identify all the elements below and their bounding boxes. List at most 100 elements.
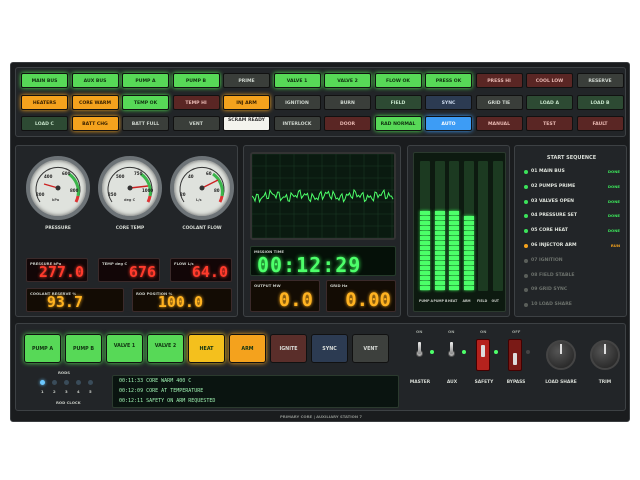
sequence-step: 07 IGNITION xyxy=(515,258,628,266)
annunciator-button[interactable]: GRID TIE xyxy=(475,94,523,110)
annunciator-button[interactable]: INJ ARM xyxy=(223,94,270,110)
oscilloscope-trace xyxy=(252,188,394,204)
control-button[interactable]: PUMP A xyxy=(24,334,61,363)
gauge-dial: 200 400 600 800 kPa xyxy=(26,156,90,220)
annunciator-button[interactable]: VENT xyxy=(172,116,220,131)
rotary-knob[interactable] xyxy=(590,340,620,370)
annunciator-button[interactable]: TEST xyxy=(526,116,573,131)
annunciator-button[interactable]: MAIN BUS xyxy=(21,73,68,88)
rod-clock-label: ROD CLOCK xyxy=(56,400,81,405)
annunciator-button[interactable]: FAULT xyxy=(576,116,624,131)
step-label: 01 MAIN BUS xyxy=(531,169,565,174)
step-status-led xyxy=(524,214,528,219)
pressure-readout: PRESSURE kPa 277.0 xyxy=(26,258,88,282)
step-status-led xyxy=(524,288,528,293)
gauge-label: CORE TEMP xyxy=(115,226,145,231)
bar-segment xyxy=(420,211,430,215)
rod-number: 5 xyxy=(89,389,92,394)
annunciator-button[interactable]: IGNITION xyxy=(273,94,321,110)
annunciator-button[interactable]: BATT CHG xyxy=(71,116,119,131)
log-time: 00:12:11 xyxy=(119,398,144,404)
bar-segment xyxy=(463,241,474,245)
control-console: MAIN BUS AUX BUS PUMP A PUMP B PRIME VALVE 1V… xyxy=(10,62,630,422)
annunciator-button[interactable]: VALVE 1 xyxy=(273,73,321,88)
annunciator-button[interactable]: CORE WARM xyxy=(71,94,119,110)
bar-segment xyxy=(449,281,459,285)
control-button[interactable]: SYNC xyxy=(311,334,348,363)
toggle-switch[interactable] xyxy=(508,339,522,371)
bar-segment xyxy=(449,246,459,250)
annunciator-button[interactable]: INTERLOCK xyxy=(273,116,321,131)
rod-number: 3 xyxy=(65,389,68,394)
scope-panel: MISSION TIME 00:12:29 OUTPUT MW 0.0 GRID… xyxy=(243,145,401,317)
step-status-led xyxy=(524,229,528,234)
annunciator-button[interactable]: MANUAL xyxy=(475,116,523,131)
bar-track xyxy=(478,161,488,291)
annunciator-button[interactable]: LOAD B xyxy=(576,94,624,110)
switch-indicator-led xyxy=(462,350,466,354)
annunciator-button[interactable]: BATT FULL xyxy=(122,116,169,131)
bar-segment xyxy=(434,246,445,250)
annunciator-button[interactable]: PUMP B xyxy=(172,73,220,88)
control-button[interactable]: PUMP B xyxy=(65,334,102,363)
log-text: SAFETY ON ARM REQUESTED xyxy=(146,398,216,404)
gauge-tick-label: 40 xyxy=(188,174,194,179)
annunciator-button[interactable]: PRESS OK xyxy=(425,73,472,88)
step-status-led xyxy=(524,303,528,308)
annunciator-button[interactable]: LOAD C xyxy=(21,116,68,131)
annunciator-button[interactable]: SCRAM READY xyxy=(223,116,270,131)
pressure-readout-value: 277.0 xyxy=(38,263,84,281)
control-button[interactable]: IGNITE xyxy=(270,334,307,363)
gauge-unit: kPa xyxy=(52,198,60,202)
annunciator-button[interactable]: HEATERS xyxy=(21,94,68,110)
rod-led xyxy=(52,380,57,385)
annunciator-button[interactable]: PUMP A xyxy=(122,73,169,88)
step-label: 09 GRID SYNC xyxy=(531,287,568,293)
rod-led xyxy=(88,380,93,385)
annunciator-button[interactable]: AUX BUS xyxy=(71,73,119,88)
annunciator-button[interactable]: FLOW OK xyxy=(374,73,422,88)
annunciator-button[interactable]: PRESS HI xyxy=(475,73,523,88)
bar-segment xyxy=(449,286,459,290)
annunciator-button[interactable]: SYNC xyxy=(425,94,472,110)
step-status: DONE xyxy=(607,228,620,234)
annunciator-button[interactable]: DOOR xyxy=(324,116,371,131)
bargraph-panel: PUMP A PUMP B HEAT ARM FIELD OUT xyxy=(407,145,510,317)
bar-segment xyxy=(434,236,445,240)
annunciator-button[interactable]: RAD NORMAL xyxy=(374,116,422,131)
gauge-tick-label: 80 xyxy=(214,188,220,193)
step-status: RUN xyxy=(610,243,620,248)
annunciator-button[interactable]: TEMP OK xyxy=(122,94,169,110)
log-entry: 00:11:33 CORE WARM 400 C xyxy=(119,378,191,384)
bar-segment xyxy=(420,216,430,220)
annunciator-button[interactable]: AUTO xyxy=(425,116,472,131)
gauge-unit: deg C xyxy=(124,198,136,202)
bar-track xyxy=(492,161,503,291)
annunciator-button[interactable]: RESERVE xyxy=(576,73,624,88)
rotary-knob[interactable] xyxy=(546,340,576,370)
step-status: DONE xyxy=(607,198,620,204)
annunciator-button[interactable]: VALVE 2 xyxy=(324,73,371,88)
step-label: 04 PRESSURE SET xyxy=(531,213,578,219)
step-label: 08 FIELD STABLE xyxy=(531,272,575,278)
control-button[interactable]: HEAT xyxy=(188,334,225,363)
annunciator-button[interactable]: FIELD xyxy=(374,94,422,110)
toggle-switch[interactable] xyxy=(446,342,456,370)
control-button[interactable]: VALVE 1 xyxy=(106,334,143,363)
bar-segment xyxy=(434,241,445,245)
annunciator-button[interactable]: COOL LOW xyxy=(526,73,573,88)
log-entry: 00:12:09 CORE AT TEMPERATURE xyxy=(119,388,203,394)
temp-readout-label: TEMP deg C xyxy=(102,261,128,266)
output-value: 0.0 xyxy=(278,289,313,311)
annunciator-button[interactable]: LOAD A xyxy=(526,94,573,110)
control-button[interactable]: ARM xyxy=(229,334,266,363)
rod-number: 1 xyxy=(41,389,44,394)
control-button[interactable]: VENT xyxy=(352,334,389,363)
bar-segment xyxy=(449,236,459,240)
control-button[interactable]: VALVE 2 xyxy=(147,334,184,363)
toggle-switch[interactable] xyxy=(414,342,424,370)
annunciator-button[interactable]: TEMP HI xyxy=(172,94,220,110)
annunciator-button[interactable]: BURN xyxy=(324,94,371,110)
annunciator-button[interactable]: PRIME xyxy=(223,73,270,88)
toggle-switch[interactable] xyxy=(476,339,490,371)
